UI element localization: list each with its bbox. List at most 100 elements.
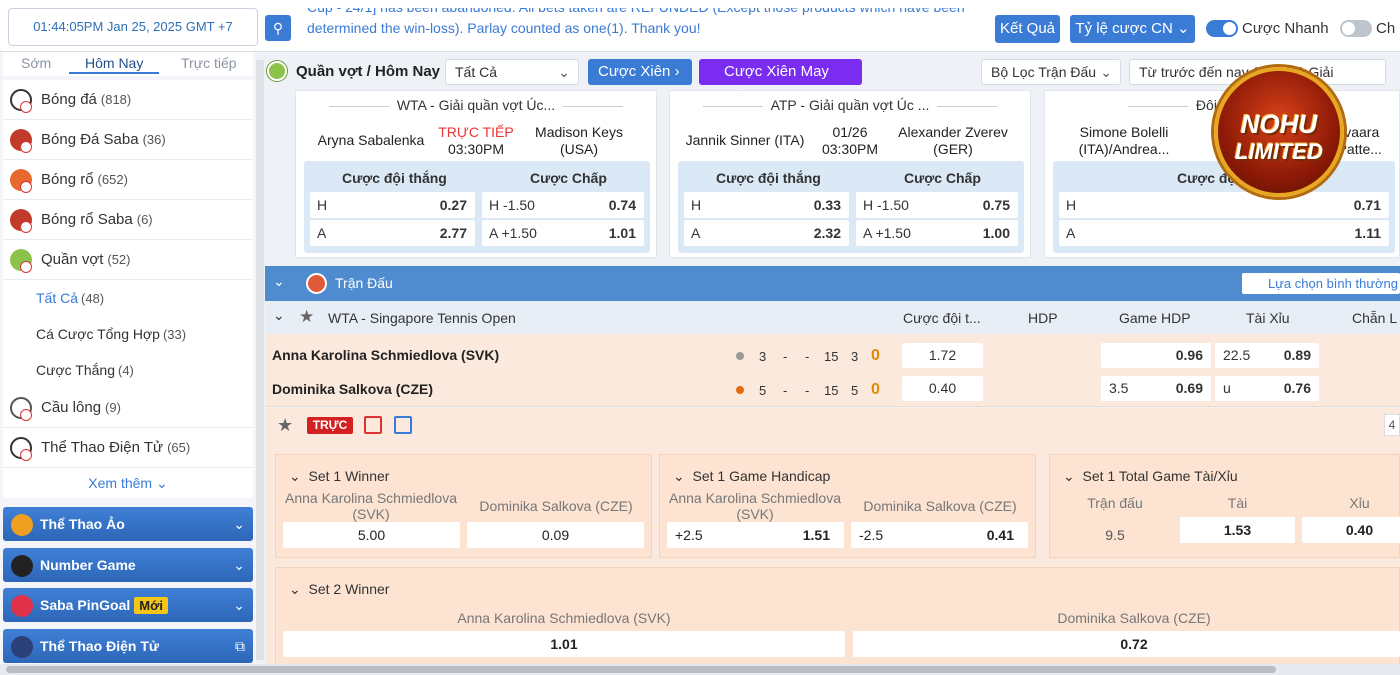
chevron-down-icon: ⌄ [558, 64, 570, 80]
odds-button[interactable]: A +1.50 1.01 [482, 220, 644, 246]
col-header-over-under: Tài Xỉu [1246, 310, 1290, 326]
handicap-header: Cược Chấp [530, 170, 607, 186]
odds-button[interactable]: H 0.27 [310, 192, 475, 218]
market-column-label: Trận đấu [1087, 495, 1143, 511]
odds-button[interactable]: 1.53 [1180, 517, 1295, 543]
lucky-parlay-button[interactable]: Cược Xiên May Mắn [699, 59, 862, 106]
more-markets-count[interactable]: 4 [1384, 414, 1400, 436]
star-icon[interactable]: ★ [277, 415, 293, 436]
collapse-chevron-icon[interactable]: ⌄ [273, 273, 285, 290]
second-toggle[interactable] [1340, 20, 1372, 37]
odds-button[interactable]: u 0.76 [1215, 376, 1319, 401]
sidebar-scrollbar[interactable] [256, 60, 264, 660]
sidebar-item-esports[interactable]: Thể Thao Điện Tử (65) [3, 428, 253, 468]
collapse-chevron-icon[interactable]: ⌄ [273, 307, 285, 324]
odds-button[interactable]: H 0.33 [684, 192, 849, 218]
chevron-right-icon: › [674, 63, 680, 80]
odds-button[interactable]: -2.5 0.41 [851, 522, 1028, 548]
odds-button[interactable]: 22.5 0.89 [1215, 343, 1319, 368]
scrollbar-thumb[interactable] [6, 666, 1276, 673]
tab-som[interactable]: Sớm [21, 55, 51, 71]
col-header-moneyline: Cược đội t... [903, 310, 981, 326]
category-virtual-sports[interactable]: Thể Thao Ảo ⌄ [3, 507, 253, 541]
sidebar-item-quan-vot[interactable]: Quần vợt (52) [3, 240, 253, 280]
tennis-ball-icon [267, 61, 287, 81]
live-badge[interactable]: TRỰC [307, 417, 353, 434]
odds-button[interactable]: H -1.50 0.74 [482, 192, 644, 218]
score-cell: 15 [824, 383, 839, 398]
odds-button[interactable]: A 1.11 [1059, 220, 1389, 246]
score-cell: - [805, 383, 810, 398]
chevron-down-icon[interactable]: ⌄ [673, 468, 685, 484]
match-filter-select[interactable]: Bộ Lọc Trận Đấu ⌄ [981, 59, 1121, 85]
odds-button[interactable]: 0.96 [1101, 343, 1211, 368]
sidebar-item-cau-long[interactable]: Cầu lông (9) [3, 388, 253, 428]
tab-hom-nay[interactable]: Hôm Nay [69, 55, 160, 74]
score-cell: 0 [871, 347, 880, 364]
sidebar-sub-tong-hop[interactable]: Cá Cược Tổng Hợp (33) [3, 316, 253, 352]
score-cell: 15 [824, 349, 839, 364]
market-set2-winner: ⌄ Set 2 Winner Anna Karolina Schmiedlova… [275, 567, 1400, 675]
category-saba-pingoal[interactable]: Saba PinGoal Mới ⌄ [3, 588, 253, 622]
odds-button[interactable]: +2.5 1.51 [667, 522, 844, 548]
odds-button[interactable]: 0.09 [467, 522, 644, 548]
card-odds-box: Cược đội H 0.71 A 1.11 [1053, 161, 1395, 253]
market-set1-winner: ⌄ Set 1 Winner Anna Karolina Schmiedlova… [275, 454, 652, 558]
odds-button[interactable]: 0.72 [853, 631, 1400, 657]
sidebar-item-bong-da-saba[interactable]: Bóng Đá Saba (36) [3, 120, 253, 160]
odds-type-dropdown[interactable]: Tỷ lệ cược CN ⌄ [1070, 15, 1195, 43]
score-cell: - [783, 349, 788, 364]
market-title: Set 1 Winner [308, 468, 390, 484]
sidebar-tabs: Sớm Hôm Nay Trực tiếp [3, 52, 253, 76]
results-button[interactable]: Kết Quả [995, 15, 1060, 43]
quick-bet-toggle[interactable] [1206, 20, 1238, 37]
card-away-country: (USA) [559, 141, 599, 157]
category-number-game[interactable]: Number Game ⌄ [3, 548, 253, 582]
odds-button[interactable]: 0.40 [902, 376, 983, 401]
parlay-button[interactable]: Cược Xiên › [588, 59, 692, 85]
market-select[interactable]: Tất Cả ⌄ [445, 59, 579, 85]
card-odds-box: Cược đội thắng Cược Chấp H 0.27 H -1.50 0.… [304, 161, 650, 253]
sidebar-item-bong-da[interactable]: Bóng đá (818) [3, 80, 253, 120]
card-date: 01/26 [832, 124, 868, 140]
chevron-down-icon[interactable]: ⌄ [289, 581, 301, 597]
match-tools-row: ★ TRỰC 4 [265, 408, 1400, 443]
odds-button[interactable]: 3.5 0.69 [1101, 376, 1211, 401]
score-cell: - [805, 349, 810, 364]
market-set1-game-handicap: ⌄ Set 1 Game Handicap Anna Karolina Schm… [659, 454, 1036, 558]
sidebar-sub-cuoc-thang[interactable]: Cược Thắng (4) [3, 352, 253, 388]
odds-button[interactable]: A 2.77 [310, 220, 475, 246]
sidebar-item-bong-ro-saba[interactable]: Bóng rổ Saba (6) [3, 200, 253, 240]
show-more-link[interactable]: Xem thêm ⌄ [3, 468, 253, 498]
odds-button[interactable]: 1.01 [283, 631, 845, 657]
clock-display: 01:44:05PM Jan 25, 2025 GMT +7 [8, 8, 258, 46]
category-esports[interactable]: Thể Thao Điện Tử ⧉ [3, 629, 253, 663]
serve-indicator-icon [736, 352, 744, 360]
card-league: ATP - Giải quần vợt Úc ... [670, 97, 1030, 113]
section-header: ⌄ Trận Đấu Lựa chọn bình thường [265, 266, 1400, 301]
featured-match-card[interactable]: WTA - Giải quần vợt Úc... Aryna Sabalenk… [295, 90, 657, 258]
odds-button[interactable]: A 2.32 [684, 220, 849, 246]
odds-button[interactable]: H -1.50 0.75 [856, 192, 1018, 218]
chevron-down-icon[interactable]: ⌄ [289, 468, 301, 484]
featured-match-card[interactable]: ATP - Giải quần vợt Úc ... Jannik Sinner… [669, 90, 1031, 258]
scoreboard-icon[interactable] [394, 416, 412, 434]
odds-button[interactable]: A +1.50 1.00 [856, 220, 1018, 246]
sidebar-sub-tat-ca[interactable]: Tất Cả (48) [3, 280, 253, 316]
stats-field-icon[interactable] [364, 416, 382, 434]
card-away-country: (GER) [933, 141, 973, 157]
search-button[interactable]: ⚲ [265, 15, 291, 41]
tab-truc-tiep[interactable]: Trực tiếp [181, 55, 237, 71]
chevron-down-icon[interactable]: ⌄ [1063, 468, 1075, 484]
view-option-button[interactable]: Lựa chọn bình thường [1242, 273, 1400, 294]
col-header-hdp: HDP [1028, 310, 1058, 326]
odds-button[interactable]: H 0.71 [1059, 192, 1389, 218]
odds-button[interactable]: 1.72 [902, 343, 983, 368]
odds-button[interactable]: 0.40 [1302, 517, 1400, 543]
sidebar-item-bong-ro[interactable]: Bóng rổ (652) [3, 160, 253, 200]
card-away-team: Alexander Zverev [898, 124, 1008, 140]
star-icon[interactable]: ★ [299, 307, 314, 327]
horizontal-scrollbar[interactable] [0, 664, 1400, 675]
odds-button[interactable]: 5.00 [283, 522, 460, 548]
market-column-label: Xỉu [1349, 495, 1370, 511]
